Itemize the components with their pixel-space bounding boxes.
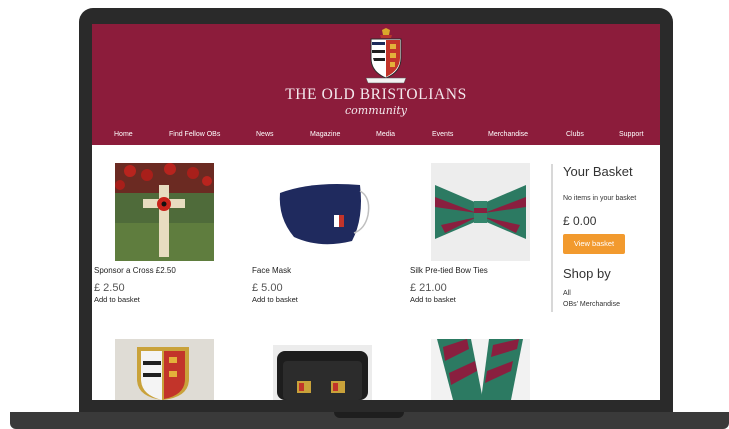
product-price: £ 5.00	[252, 282, 283, 294]
main-nav: Home Find Fellow OBs News Magazine Media…	[92, 131, 660, 145]
view-basket-button[interactable]: View basket	[563, 234, 625, 254]
basket-title: Your Basket	[563, 164, 633, 179]
product-image-face-mask[interactable]	[272, 163, 371, 261]
product-image-badge[interactable]	[115, 339, 214, 400]
site-subtitle: community	[345, 104, 407, 117]
site-title[interactable]: THE OLD BRISTOLIANS	[92, 86, 660, 104]
product-name[interactable]: Sponsor a Cross £2.50	[94, 266, 176, 275]
nav-support[interactable]: Support	[619, 131, 644, 138]
laptop-notch	[334, 412, 404, 418]
basket-sidebar: Your Basket No items in your basket £ 0.…	[551, 164, 656, 312]
basket-empty-text: No items in your basket	[563, 195, 637, 202]
shop-by-item-all[interactable]: All	[563, 290, 571, 297]
nav-find-fellow-obs[interactable]: Find Fellow OBs	[169, 131, 220, 138]
nav-media[interactable]: Media	[376, 131, 395, 138]
nav-home[interactable]: Home	[114, 131, 133, 138]
nav-news[interactable]: News	[256, 131, 274, 138]
shop-by-title: Shop by	[563, 266, 611, 281]
site-header: THE OLD BRISTOLIANS community Home Find …	[92, 24, 660, 145]
nav-merchandise[interactable]: Merchandise	[488, 131, 528, 138]
add-to-basket-link[interactable]: Add to basket	[410, 295, 456, 304]
nav-magazine[interactable]: Magazine	[310, 131, 340, 138]
browser-screen: THE OLD BRISTOLIANS community Home Find …	[92, 24, 660, 400]
product-image-tie[interactable]	[431, 339, 530, 400]
product-image-cufflinks[interactable]	[273, 345, 372, 400]
crest-logo[interactable]	[363, 28, 409, 86]
product-price: £ 21.00	[410, 282, 447, 294]
product-image-cross[interactable]	[115, 163, 214, 261]
laptop-mockup: THE OLD BRISTOLIANS community Home Find …	[0, 0, 729, 429]
product-name[interactable]: Silk Pre-tied Bow Ties	[410, 266, 488, 275]
basket-total: £ 0.00	[563, 214, 597, 228]
nav-events[interactable]: Events	[432, 131, 453, 138]
product-price: £ 2.50	[94, 282, 125, 294]
product-image-bow-tie[interactable]	[431, 163, 530, 261]
shop-by-item-merchandise[interactable]: OBs' Merchandise	[563, 301, 620, 308]
add-to-basket-link[interactable]: Add to basket	[252, 295, 298, 304]
add-to-basket-link[interactable]: Add to basket	[94, 295, 140, 304]
product-name[interactable]: Face Mask	[252, 266, 291, 275]
nav-clubs[interactable]: Clubs	[566, 131, 584, 138]
